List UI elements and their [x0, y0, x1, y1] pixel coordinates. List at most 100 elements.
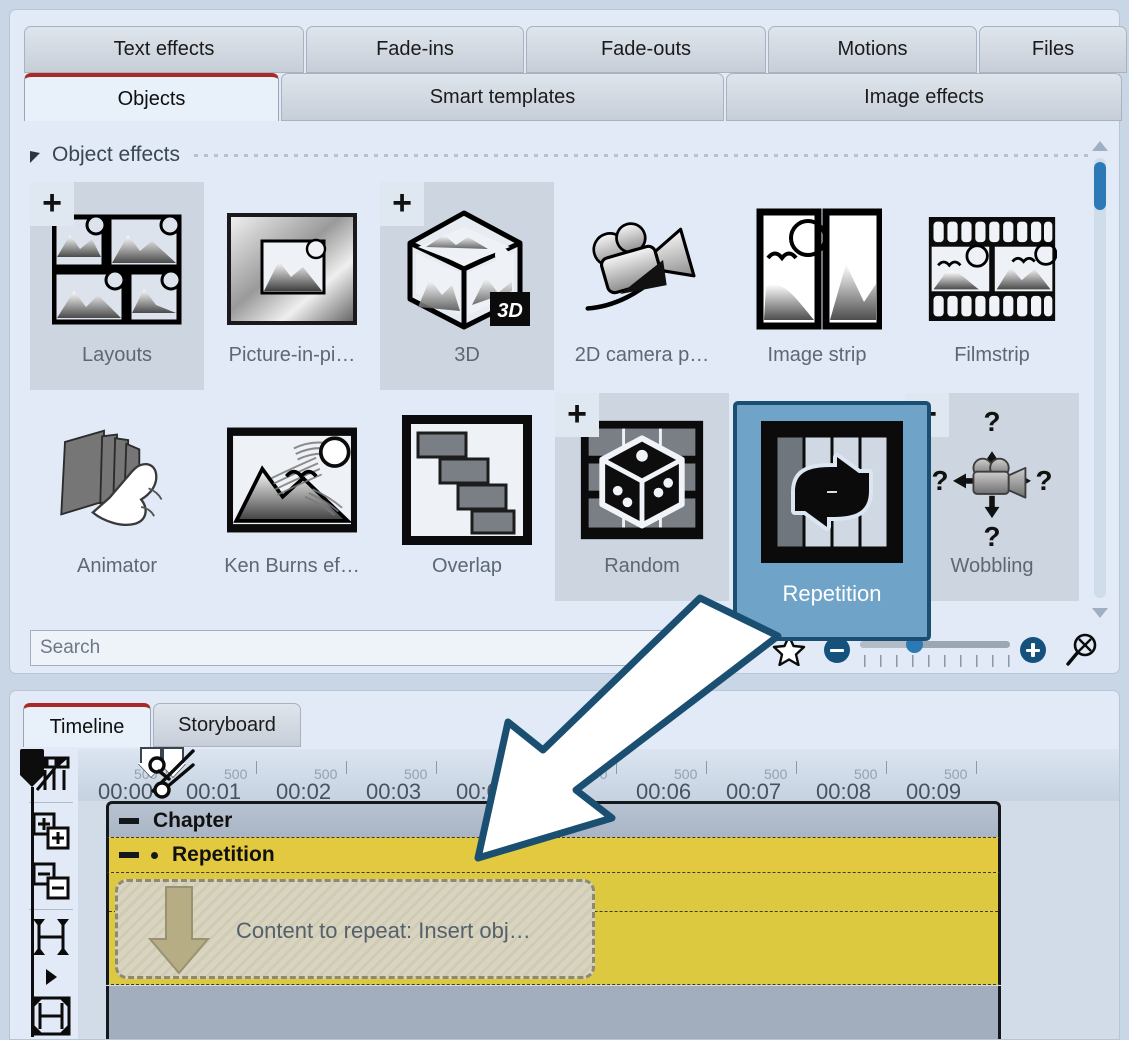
effect-label: Repetition	[782, 581, 881, 607]
fit-height-icon[interactable]	[27, 912, 75, 962]
effect-label: Image strip	[768, 344, 867, 367]
tab-label: Motions	[837, 38, 907, 61]
ruler-label: 00:03	[366, 779, 421, 801]
tab-motions[interactable]: Motions	[768, 26, 977, 73]
tab-timeline[interactable]: Timeline	[23, 703, 151, 747]
tab-image-effects[interactable]: Image effects	[726, 73, 1122, 121]
plus-circle-icon[interactable]	[1020, 637, 1046, 663]
effect-item-ken-burns[interactable]: Ken Burns ef…	[205, 393, 379, 601]
ruler-minor-label: 500	[584, 766, 607, 782]
tab-label: Files	[1032, 38, 1074, 61]
slider-ticks	[864, 655, 1010, 667]
effect-item-repetition[interactable]: Repetition	[733, 401, 931, 641]
playhead-head	[20, 749, 44, 775]
effect-item-filmstrip[interactable]: Filmstrip	[905, 182, 1079, 390]
add-track-icon[interactable]	[27, 806, 75, 856]
timeline-tracks: Chapter Repetition Content to repeat: In…	[78, 801, 1119, 1039]
effect-label: Overlap	[432, 555, 502, 578]
effect-item-wobbling[interactable]: + ? ? ?	[905, 393, 1079, 601]
tab-label: Timeline	[50, 716, 125, 739]
filmstrip-icon	[927, 204, 1057, 334]
scissors-icon[interactable]	[145, 747, 205, 799]
remove-track-icon[interactable]	[27, 856, 75, 906]
expand-arrow-icon[interactable]	[27, 962, 75, 991]
tab-smart-templates[interactable]: Smart templates	[281, 73, 724, 121]
effect-label: 2D camera p…	[575, 344, 710, 367]
ken-burns-icon	[227, 415, 357, 545]
search-placeholder: Search	[40, 637, 100, 659]
timeline-panel: Timeline Storyboard	[9, 690, 1120, 1040]
track-status-dot	[151, 852, 158, 859]
effect-item-animator[interactable]: Animator	[30, 393, 204, 601]
magnifier-cross-icon[interactable]	[1064, 632, 1100, 668]
playhead-line	[31, 787, 34, 1037]
expand-plus-icon[interactable]: +	[380, 182, 424, 226]
tab-label: Objects	[118, 88, 186, 111]
track-label: Repetition	[172, 843, 275, 867]
tab-label: Fade-outs	[601, 38, 691, 61]
chevron-up-icon	[1092, 141, 1108, 151]
track-repetition-body[interactable]: Content to repeat: Insert obj…	[106, 873, 1001, 985]
effect-item-image-strip[interactable]: Image strip	[730, 182, 904, 390]
effects-tabbar-row1: Text effects Fade-ins Fade-outs Motions …	[24, 26, 1129, 73]
tab-objects[interactable]: Objects	[24, 73, 279, 121]
svg-text:3D: 3D	[497, 300, 523, 322]
playhead[interactable]	[20, 749, 44, 791]
expand-plus-icon[interactable]: +	[555, 393, 599, 437]
collapse-minus-icon[interactable]	[119, 852, 139, 858]
effect-item-overlap[interactable]: Overlap	[380, 393, 554, 601]
slider-rail	[860, 641, 1010, 648]
scroll-down-button[interactable]	[1089, 603, 1111, 623]
tab-storyboard[interactable]: Storyboard	[153, 703, 301, 747]
expand-plus-icon[interactable]: +	[30, 182, 74, 226]
scroll-track[interactable]	[1094, 158, 1106, 598]
section-header-object-effects: Object effects	[30, 140, 1095, 170]
effect-label: Wobbling	[950, 555, 1033, 578]
tab-label: Fade-ins	[376, 38, 454, 61]
ruler-label: 00:02	[276, 779, 331, 801]
effect-item-layouts[interactable]: +	[30, 182, 204, 390]
track-label: Chapter	[153, 809, 232, 833]
tab-fade-outs[interactable]: Fade-outs	[526, 26, 766, 73]
svg-text:?: ?	[1035, 465, 1052, 496]
camera-pan-icon	[577, 204, 707, 334]
svg-text:?: ?	[983, 521, 1000, 552]
section-title: Object effects	[52, 143, 180, 167]
ruler-label: 00:08	[816, 779, 871, 801]
scroll-thumb[interactable]	[1094, 162, 1106, 210]
tab-files[interactable]: Files	[979, 26, 1127, 73]
svg-text:?: ?	[983, 406, 1000, 437]
effects-tabbar-row2: Objects Smart templates Image effects	[24, 73, 1124, 121]
track-chapter[interactable]: Chapter	[106, 801, 1001, 837]
fit-all-icon[interactable]	[27, 991, 75, 1040]
down-arrow-icon	[144, 881, 214, 977]
track-repetition-header[interactable]: Repetition	[106, 837, 1001, 873]
scroll-up-button[interactable]	[1089, 136, 1111, 156]
ruler-label: 00:09	[906, 779, 961, 801]
ruler-label: 00:04	[456, 779, 511, 801]
effect-item-random[interactable]: +	[555, 393, 729, 601]
effects-row-2: Animator	[30, 393, 1090, 601]
effect-item-picture-in-picture[interactable]: Picture-in-pi…	[205, 182, 379, 390]
timeline-ruler[interactable]: 500 500 500 500 500 500 500 500 500 500 …	[78, 749, 1119, 801]
effect-label: Layouts	[82, 344, 152, 367]
track-empty-area[interactable]	[106, 986, 1001, 1039]
tab-text-effects[interactable]: Text effects	[24, 26, 304, 73]
search-input[interactable]: Search	[30, 630, 702, 666]
tab-fade-ins[interactable]: Fade-ins	[306, 26, 524, 73]
animator-icon	[52, 415, 182, 545]
app-window: Text effects Fade-ins Fade-outs Motions …	[0, 0, 1129, 1040]
collapse-minus-icon[interactable]	[119, 818, 139, 824]
effects-grid: +	[30, 182, 1090, 612]
effect-label: 3D	[454, 344, 480, 367]
effects-row-1: +	[30, 182, 1090, 390]
tab-label: Image effects	[864, 86, 984, 109]
effect-item-3d[interactable]: +	[380, 182, 554, 390]
triangle-down-icon[interactable]	[30, 151, 40, 163]
chevron-down-icon	[1092, 608, 1108, 618]
effect-item-2d-camera-pan[interactable]: 2D camera p…	[555, 182, 729, 390]
tab-label: Storyboard	[178, 714, 276, 737]
effects-scrollbar[interactable]	[1089, 136, 1111, 623]
effects-panel: Text effects Fade-ins Fade-outs Motions …	[9, 9, 1120, 674]
placeholder-clip[interactable]: Content to repeat: Insert obj…	[115, 879, 595, 979]
